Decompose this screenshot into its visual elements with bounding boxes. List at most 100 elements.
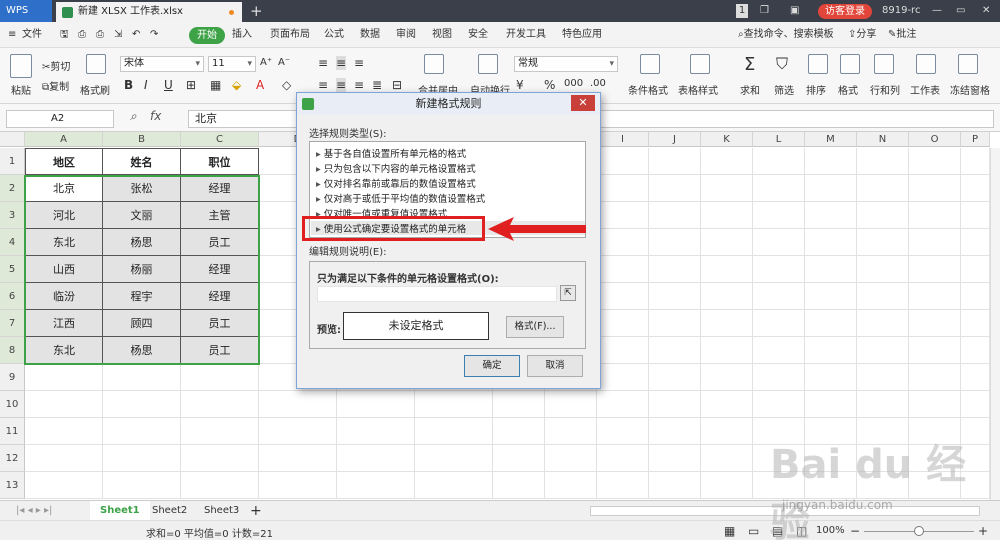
font-color-icon[interactable]: A — [256, 78, 264, 92]
dialog-title-bar[interactable]: 新建格式规则 ✕ — [297, 93, 600, 115]
row-header[interactable]: 10 — [0, 391, 25, 418]
border-icon[interactable]: ⊞ — [186, 78, 196, 92]
copy-button[interactable]: ⧉复制 — [42, 78, 69, 93]
grid-cell[interactable] — [649, 472, 701, 499]
row-header[interactable]: 3 — [0, 202, 25, 229]
grid-cell[interactable] — [701, 391, 753, 418]
row-header[interactable]: 8 — [0, 337, 25, 364]
grid-cell[interactable] — [701, 418, 753, 445]
share-button[interactable]: ⇪分享 — [848, 22, 876, 48]
grid-cell[interactable] — [103, 418, 181, 445]
row-header[interactable]: 9 — [0, 364, 25, 391]
grid-cell[interactable] — [805, 229, 857, 256]
grid-cell[interactable] — [597, 175, 649, 202]
grid-cell[interactable] — [909, 391, 961, 418]
add-sheet-icon[interactable]: + — [240, 501, 272, 521]
grid-cell[interactable] — [649, 337, 701, 364]
grid-cell[interactable] — [25, 472, 103, 499]
grid-cell[interactable] — [259, 472, 337, 499]
skin-icon[interactable]: ▣ — [790, 0, 799, 22]
table-cell[interactable]: 河北 — [25, 202, 103, 229]
grid-cell[interactable] — [649, 445, 701, 472]
ok-button[interactable]: 确定 — [464, 355, 520, 377]
grid-cell[interactable] — [909, 256, 961, 283]
grid-cell[interactable] — [805, 391, 857, 418]
sheet-tab-2[interactable]: Sheet2 — [142, 501, 197, 521]
column-header[interactable]: P — [961, 132, 990, 147]
table-cell[interactable]: 经理 — [181, 256, 259, 283]
column-header[interactable]: I — [597, 132, 649, 147]
table-cell[interactable]: 经理 — [181, 175, 259, 202]
column-header[interactable]: O — [909, 132, 961, 147]
table-cell[interactable]: 杨丽 — [103, 256, 181, 283]
table-cell[interactable]: 员工 — [181, 229, 259, 256]
maximize-icon[interactable]: ▭ — [956, 0, 965, 22]
table-style-label[interactable]: 表格样式 — [678, 82, 718, 97]
grid-cell[interactable] — [337, 472, 415, 499]
rule-item-above-below-average[interactable]: 仅对高于或低于平均值的数值设置格式 — [316, 191, 486, 205]
freeze-panes-label[interactable]: 冻结窗格 — [950, 82, 990, 97]
tab-security[interactable]: 安全 — [468, 22, 488, 48]
grid-cell[interactable] — [701, 256, 753, 283]
grid-cell[interactable] — [857, 175, 909, 202]
grid-cell[interactable] — [545, 445, 597, 472]
currency-icon[interactable]: ¥ — [516, 78, 524, 92]
grid-cell[interactable] — [961, 148, 990, 175]
wrap-text-icon[interactable] — [478, 54, 498, 74]
grid-cell[interactable] — [857, 256, 909, 283]
grid-cell[interactable] — [753, 229, 805, 256]
zoom-icon[interactable]: ⌕ — [130, 109, 137, 124]
grid-cell[interactable] — [597, 445, 649, 472]
rule-item-top-bottom[interactable]: 仅对排名靠前或靠后的数值设置格式 — [316, 176, 476, 190]
grid-cell[interactable] — [649, 310, 701, 337]
wps-logo[interactable]: WPS — [0, 0, 52, 22]
grid-cell[interactable] — [415, 418, 493, 445]
grid-cell[interactable] — [961, 229, 990, 256]
grid-cell[interactable] — [545, 391, 597, 418]
comment-button[interactable]: ✎批注 — [888, 22, 916, 48]
restore-icon[interactable]: ❐ — [760, 0, 769, 22]
align-middle-icon[interactable]: ≡ — [336, 56, 347, 70]
grid-cell[interactable] — [25, 418, 103, 445]
grid-icon[interactable]: ▦ — [210, 78, 221, 92]
grid-cell[interactable] — [701, 202, 753, 229]
grid-cell[interactable] — [961, 283, 990, 310]
hamburger-icon[interactable]: ≡ — [8, 22, 16, 48]
decimal-icon[interactable]: .00 — [590, 78, 606, 89]
grid-cell[interactable] — [597, 256, 649, 283]
grid-cell[interactable] — [753, 256, 805, 283]
sheet-tab-1[interactable]: Sheet1 — [90, 501, 150, 521]
tab-start[interactable]: 开始 — [189, 27, 225, 44]
grid-cell[interactable] — [259, 418, 337, 445]
justify-icon[interactable]: ≣ — [372, 78, 382, 92]
table-cell[interactable]: 杨思 — [103, 229, 181, 256]
grid-cell[interactable] — [909, 175, 961, 202]
grid-cell[interactable] — [805, 364, 857, 391]
grid-cell[interactable] — [337, 391, 415, 418]
grid-cell[interactable] — [493, 391, 545, 418]
grid-cell[interactable] — [805, 148, 857, 175]
table-cell[interactable]: 杨思 — [103, 337, 181, 364]
row-header[interactable]: 7 — [0, 310, 25, 337]
grid-cell[interactable] — [909, 310, 961, 337]
row-header[interactable]: 4 — [0, 229, 25, 256]
print-icon[interactable]: ⎙ — [96, 22, 104, 48]
table-header-cell[interactable]: 职位 — [181, 148, 259, 175]
grid-cell[interactable] — [805, 283, 857, 310]
range-picker-icon[interactable]: ⇱ — [560, 285, 576, 301]
format-painter-icon[interactable] — [86, 54, 106, 74]
select-all-corner[interactable] — [0, 132, 25, 147]
row-header[interactable]: 2 — [0, 175, 25, 202]
formula-condition-input[interactable] — [317, 286, 557, 302]
grow-font-icon[interactable]: A⁺ — [260, 57, 272, 68]
fill-color-icon[interactable]: ⬙ — [232, 78, 241, 92]
merge-center-icon[interactable] — [424, 54, 444, 74]
grid-cell[interactable] — [857, 364, 909, 391]
table-cell[interactable]: 东北 — [25, 229, 103, 256]
table-cell[interactable]: 临汾 — [25, 283, 103, 310]
row-column-icon[interactable] — [874, 54, 894, 74]
grid-cell[interactable] — [649, 148, 701, 175]
grid-cell[interactable] — [597, 148, 649, 175]
grid-cell[interactable] — [545, 472, 597, 499]
filter-label[interactable]: 筛选 — [774, 82, 794, 97]
